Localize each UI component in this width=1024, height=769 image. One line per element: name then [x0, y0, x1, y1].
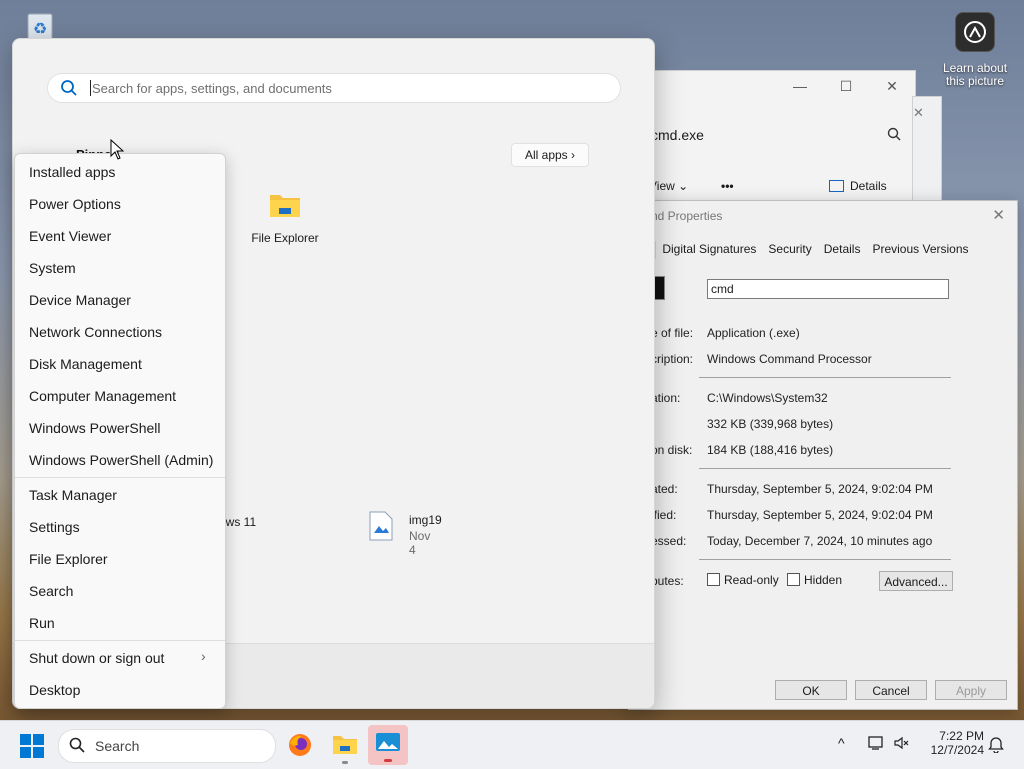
- menu-divider: [15, 477, 225, 478]
- menu-item-settings[interactable]: Settings: [29, 519, 80, 535]
- volume-muted-icon[interactable]: [893, 735, 909, 754]
- all-apps-button[interactable]: All apps ›: [511, 143, 589, 167]
- divider: [699, 377, 951, 378]
- window-controls: — ☐ ✕: [641, 71, 915, 101]
- chevron-up-icon[interactable]: ^: [838, 735, 845, 751]
- close-icon[interactable]: ✕: [913, 105, 924, 121]
- search-icon[interactable]: [887, 127, 901, 144]
- close-icon[interactable]: ✕: [869, 78, 915, 95]
- taskbar: Search ^ 7:22 PM 12/7/2024: [0, 720, 1024, 769]
- location-label: ation:: [651, 391, 681, 405]
- start-search-box[interactable]: Search for apps, settings, and documents: [47, 73, 621, 103]
- maximize-icon[interactable]: ☐: [823, 78, 869, 95]
- divider: [699, 468, 951, 469]
- tab-security[interactable]: Security: [762, 241, 817, 259]
- command-bar: View ⌄ ••• Details: [641, 171, 915, 201]
- dialog-tabs: ral Digital Signatures Security Details …: [629, 241, 975, 259]
- type-label: e of file:: [651, 326, 694, 340]
- network-icon[interactable]: [868, 735, 886, 754]
- description-label: cription:: [651, 352, 694, 366]
- menu-item-task-manager[interactable]: Task Manager: [29, 487, 117, 503]
- learn-label: Learn about this picture: [942, 61, 1008, 88]
- file-explorer-window[interactable]: — ☐ ✕ cmd.exe View ⌄ ••• Details: [640, 70, 916, 212]
- quick-link-menu[interactable]: Installed apps Power Options Event Viewe…: [14, 153, 226, 709]
- chevron-right-icon: ›: [571, 148, 576, 162]
- firefox-icon[interactable]: [288, 733, 312, 760]
- file-explorer-taskbar-icon[interactable]: [332, 733, 358, 764]
- menu-item-desktop[interactable]: Desktop: [29, 682, 80, 698]
- dialog-title: nd Properties: [651, 209, 723, 223]
- clock-date: 12/7/2024: [930, 743, 984, 757]
- general-tab-panel: [629, 259, 1011, 673]
- created-label: ated:: [651, 482, 678, 496]
- camera-icon: [955, 12, 995, 52]
- menu-item-power-options[interactable]: Power Options: [29, 196, 121, 212]
- text-cursor: [90, 80, 91, 96]
- size-on-disk-label: on disk:: [651, 443, 693, 457]
- pinned-app-file-explorer[interactable]: File Explorer: [245, 191, 325, 245]
- tab-previous-versions[interactable]: Previous Versions: [866, 241, 974, 259]
- windows-start-icon[interactable]: [20, 734, 44, 761]
- notification-bell-icon[interactable]: [988, 735, 1004, 756]
- menu-item-network-connections[interactable]: Network Connections: [29, 324, 162, 340]
- readonly-checkbox[interactable]: Read-only: [707, 573, 779, 587]
- menu-item-event-viewer[interactable]: Event Viewer: [29, 228, 111, 244]
- advanced-button[interactable]: Advanced...: [879, 571, 953, 591]
- background-window-edge: ✕: [912, 96, 942, 208]
- location-value: C:\Windows\System32: [707, 391, 828, 405]
- address-text: cmd.exe: [651, 127, 704, 143]
- menu-item-run[interactable]: Run: [29, 615, 55, 631]
- cancel-button[interactable]: Cancel: [855, 680, 927, 700]
- clock[interactable]: 7:22 PM 12/7/2024: [924, 729, 984, 757]
- menu-item-file-explorer[interactable]: File Explorer: [29, 551, 108, 567]
- size-on-disk-value: 184 KB (188,416 bytes): [707, 443, 834, 457]
- menu-item-system[interactable]: System: [29, 260, 76, 276]
- hidden-checkbox[interactable]: Hidden: [787, 573, 842, 587]
- apply-button[interactable]: Apply: [935, 680, 1007, 700]
- menu-item-windows-powershell[interactable]: Windows PowerShell: [29, 420, 161, 436]
- type-value: Application (.exe): [707, 326, 800, 340]
- details-pane-icon: [829, 180, 844, 192]
- clock-time: 7:22 PM: [939, 729, 984, 743]
- accessed-value: Today, December 7, 2024, 10 minutes ago: [707, 534, 933, 548]
- image-file-icon: [369, 511, 393, 544]
- menu-divider: [15, 640, 225, 641]
- photos-taskbar-icon[interactable]: [368, 725, 408, 765]
- chevron-right-icon: ›: [201, 648, 206, 664]
- details-button[interactable]: Details: [829, 179, 887, 193]
- description-value: Windows Command Processor: [707, 352, 872, 366]
- modified-value: Thursday, September 5, 2024, 9:02:04 PM: [707, 508, 933, 522]
- file-name-field[interactable]: cmd: [707, 279, 949, 299]
- address-bar[interactable]: cmd.exe: [651, 121, 901, 149]
- close-icon[interactable]: ✕: [992, 206, 1005, 224]
- menu-item-search[interactable]: Search: [29, 583, 73, 599]
- search-icon: [60, 79, 78, 100]
- accessed-label: essed:: [651, 534, 687, 548]
- properties-dialog[interactable]: nd Properties ✕ ral Digital Signatures S…: [628, 200, 1018, 710]
- tab-details[interactable]: Details: [818, 241, 867, 259]
- search-input[interactable]: Search for apps, settings, and documents: [92, 81, 332, 96]
- taskbar-search[interactable]: Search: [58, 729, 276, 763]
- minimize-icon[interactable]: —: [777, 78, 823, 94]
- menu-item-windows-powershell-admin[interactable]: Windows PowerShell (Admin): [29, 452, 213, 468]
- mouse-cursor-icon: [110, 138, 125, 164]
- attributes-label: butes:: [651, 574, 684, 588]
- search-icon: [69, 737, 85, 756]
- menu-item-disk-management[interactable]: Disk Management: [29, 356, 142, 372]
- divider: [699, 559, 951, 560]
- size-value: 332 KB (339,968 bytes): [707, 417, 834, 431]
- learn-about-picture[interactable]: Learn about this picture: [938, 12, 1012, 88]
- menu-item-computer-management[interactable]: Computer Management: [29, 388, 176, 404]
- menu-item-device-manager[interactable]: Device Manager: [29, 292, 131, 308]
- ok-button[interactable]: OK: [775, 680, 847, 700]
- created-value: Thursday, September 5, 2024, 9:02:04 PM: [707, 482, 933, 496]
- menu-item-installed-apps[interactable]: Installed apps: [29, 164, 115, 180]
- menu-item-shut-down[interactable]: Shut down or sign out: [29, 650, 164, 666]
- tab-digital-signatures[interactable]: Digital Signatures: [656, 241, 762, 259]
- more-options-button[interactable]: •••: [721, 179, 734, 193]
- folder-icon: [269, 191, 301, 217]
- svg-text:♻: ♻: [33, 19, 47, 38]
